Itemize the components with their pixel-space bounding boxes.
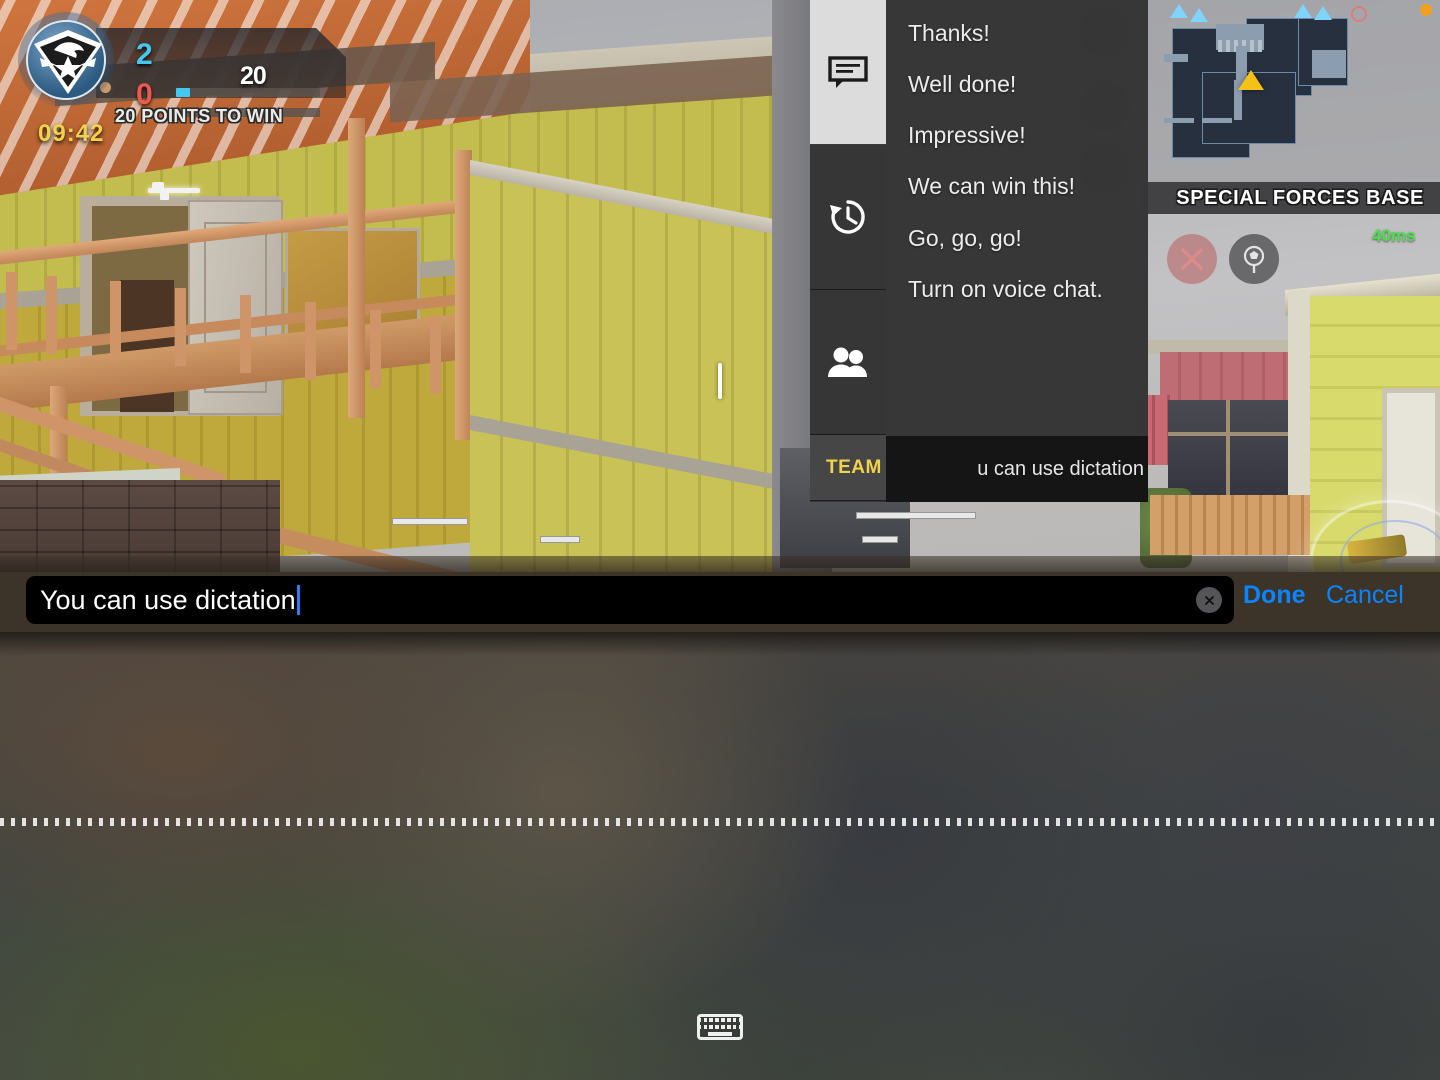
scene-bottom-shade	[0, 556, 1440, 572]
history-clock-icon	[830, 200, 865, 234]
mid-building-wall	[470, 175, 815, 572]
team-badge	[18, 12, 114, 108]
player-arrow-icon	[1238, 70, 1264, 90]
done-button[interactable]: Done	[1243, 581, 1306, 610]
quick-chat-panel: TEAM Thanks! Well done! Impressive! We c…	[810, 0, 1148, 502]
chat-tab-team[interactable]	[810, 290, 886, 435]
chat-bubble-icon	[828, 56, 868, 88]
chat-text-input[interactable]: You can use dictation	[26, 576, 1234, 624]
chat-tab-history[interactable]	[810, 145, 886, 290]
player-nametag	[540, 536, 584, 543]
porch-baluster	[240, 295, 251, 373]
player-nametag	[862, 536, 902, 543]
porch-baluster	[430, 316, 441, 394]
porch-baluster	[175, 288, 186, 366]
pink-building-wall	[1160, 352, 1290, 402]
chat-channel-label: TEAM	[826, 456, 882, 478]
enemy-circle-icon	[1351, 6, 1367, 22]
keyboard-divider	[0, 818, 1440, 826]
chat-tab-list: TEAM	[810, 0, 886, 502]
x-cross-icon	[1181, 248, 1203, 270]
porch-baluster	[6, 272, 17, 350]
text-caret	[296, 585, 300, 615]
ping-indicator: 40ms	[1372, 226, 1416, 245]
porch-baluster	[370, 310, 381, 388]
quick-message-item[interactable]: Thanks!	[908, 20, 1148, 47]
chat-tab-quick-messages[interactable]	[810, 0, 886, 145]
people-icon	[828, 347, 867, 377]
chat-input-value: You can use dictation	[40, 584, 296, 615]
chat-channel-team[interactable]: TEAM	[810, 435, 886, 501]
clear-text-button[interactable]	[1196, 587, 1222, 613]
keyboard-top-shade	[0, 632, 1440, 656]
score-bar-blue-fill	[176, 88, 190, 97]
minimap-location-label: SPECIAL FORCES BASE	[1176, 186, 1424, 209]
ally-arrow-icon	[1190, 8, 1208, 22]
quick-message-item[interactable]: Well done!	[908, 71, 1148, 98]
points-to-win-label: 20 POINTS TO WIN	[115, 106, 284, 126]
spot-marker-button[interactable]	[1229, 234, 1279, 284]
player-nametag	[856, 512, 982, 520]
chat-preview-text: u can use dictation	[977, 457, 1144, 480]
quick-message-list: Thanks! Well done! Impressive! We can wi…	[886, 0, 1148, 502]
quick-message-item[interactable]: We can win this!	[908, 173, 1148, 200]
ally-arrow-icon	[1314, 6, 1332, 20]
weapon-pickup-icon	[140, 182, 208, 200]
score-target-value: 20	[240, 62, 267, 90]
clear-circle-x-icon	[1204, 595, 1214, 605]
chat-preview-row: u can use dictation	[886, 436, 1148, 502]
cancel-button[interactable]: Cancel	[1326, 581, 1404, 610]
porch-baluster	[46, 276, 57, 354]
score-blue-value: 2	[136, 38, 153, 71]
quick-message-item[interactable]: Turn on voice chat.	[908, 276, 1148, 303]
player-nametag	[392, 518, 478, 526]
eagle-emblem-icon	[26, 20, 106, 100]
quick-message-item[interactable]: Impressive!	[908, 122, 1148, 149]
ally-arrow-icon	[1294, 4, 1312, 18]
ally-arrow-icon	[1170, 4, 1188, 18]
wooden-fence	[1150, 495, 1310, 555]
game-screen: 2 0 20 20 POINTS TO WIN 09:42 SPECIAL FO…	[0, 0, 1440, 1080]
crosshair-icon	[718, 363, 722, 399]
porch-post	[348, 118, 365, 418]
porch-baluster	[305, 302, 316, 380]
minimap[interactable]	[1142, 0, 1440, 182]
keyboard-dismiss-icon[interactable]	[697, 1014, 743, 1040]
spot-pin-icon	[1243, 245, 1265, 273]
keyboard-area	[0, 632, 1440, 1080]
quick-message-item[interactable]: Go, go, go!	[908, 225, 1148, 252]
match-timer: 09:42	[38, 120, 105, 147]
minimap-layout	[1164, 18, 1348, 158]
minimap-location-bar: SPECIAL FORCES BASE	[1142, 182, 1440, 214]
porch-baluster	[110, 281, 121, 359]
cancel-action-button[interactable]	[1167, 234, 1217, 284]
minimap-indicator-dot	[1420, 4, 1432, 16]
